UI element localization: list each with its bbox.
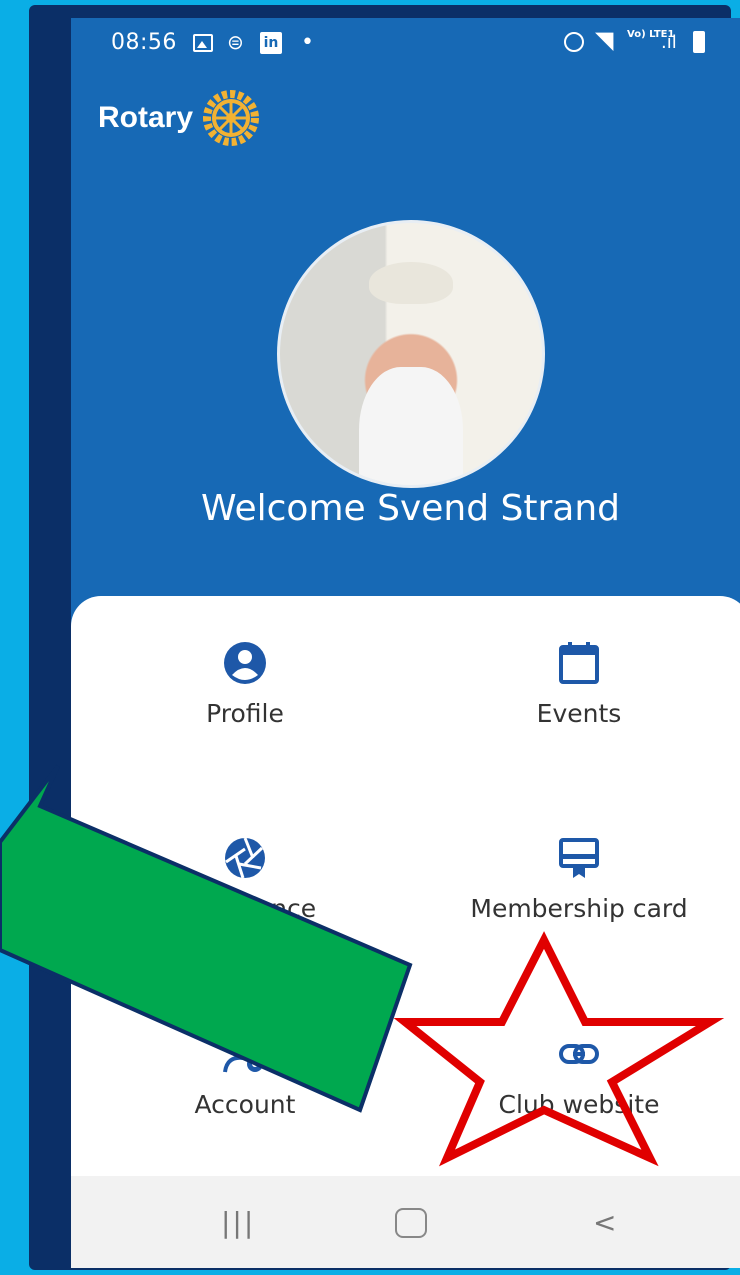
app-screen: 08:56 ⊜ in • ◥ Vo) LTE1 .ıl Rotary Welco… bbox=[71, 18, 740, 1268]
rotary-wheel-icon bbox=[203, 90, 260, 146]
welcome-heading: Welcome Svend Strand bbox=[200, 488, 621, 529]
alarm-icon bbox=[564, 32, 584, 52]
android-nav-bar: ||| < bbox=[71, 1176, 740, 1268]
profile-avatar[interactable] bbox=[277, 220, 545, 488]
home-button[interactable] bbox=[395, 1208, 427, 1238]
notification-dot-icon: • bbox=[301, 30, 314, 55]
menu-account[interactable]: Account bbox=[95, 1032, 395, 1119]
menu-attendance-label: attendance bbox=[173, 894, 317, 923]
menu-attendance[interactable]: attendance bbox=[95, 836, 395, 923]
brand-name: Rotary bbox=[98, 101, 194, 134]
rotary-logo: Rotary bbox=[98, 88, 261, 148]
menu-membership-label: Membership card bbox=[470, 894, 688, 923]
back-button[interactable]: < bbox=[593, 1206, 616, 1239]
wifi-icon: ◥ bbox=[595, 26, 614, 54]
menu-club-website[interactable]: Club website bbox=[429, 1032, 729, 1119]
status-time: 08:56 bbox=[111, 30, 177, 55]
card-icon bbox=[559, 838, 599, 878]
menu-panel: Profile Events attendance Membership car… bbox=[71, 596, 740, 1176]
gallery-icon bbox=[193, 34, 213, 52]
menu-profile[interactable]: Profile bbox=[95, 641, 395, 728]
menu-events[interactable]: Events bbox=[429, 641, 729, 728]
users-gear-icon bbox=[223, 1035, 263, 1073]
linkedin-icon: in bbox=[260, 32, 282, 54]
calendar-icon bbox=[559, 642, 599, 684]
menu-profile-label: Profile bbox=[206, 699, 284, 728]
menu-account-label: Account bbox=[194, 1090, 296, 1119]
menu-membership-card[interactable]: Membership card bbox=[429, 836, 729, 923]
link-icon bbox=[559, 1044, 599, 1064]
message-icon: ⊜ bbox=[227, 30, 244, 54]
camera-aperture-icon bbox=[225, 837, 265, 879]
menu-website-label: Club website bbox=[498, 1090, 660, 1119]
signal-icon: .ıl bbox=[661, 32, 677, 53]
status-bar: 08:56 ⊜ in • ◥ Vo) LTE1 .ıl bbox=[71, 18, 740, 70]
recent-apps-button[interactable]: ||| bbox=[221, 1206, 255, 1239]
menu-events-label: Events bbox=[536, 699, 622, 728]
phone-frame: 08:56 ⊜ in • ◥ Vo) LTE1 .ıl Rotary Welco… bbox=[29, 5, 740, 1270]
user-circle-icon bbox=[224, 642, 266, 684]
battery-icon bbox=[693, 31, 705, 53]
